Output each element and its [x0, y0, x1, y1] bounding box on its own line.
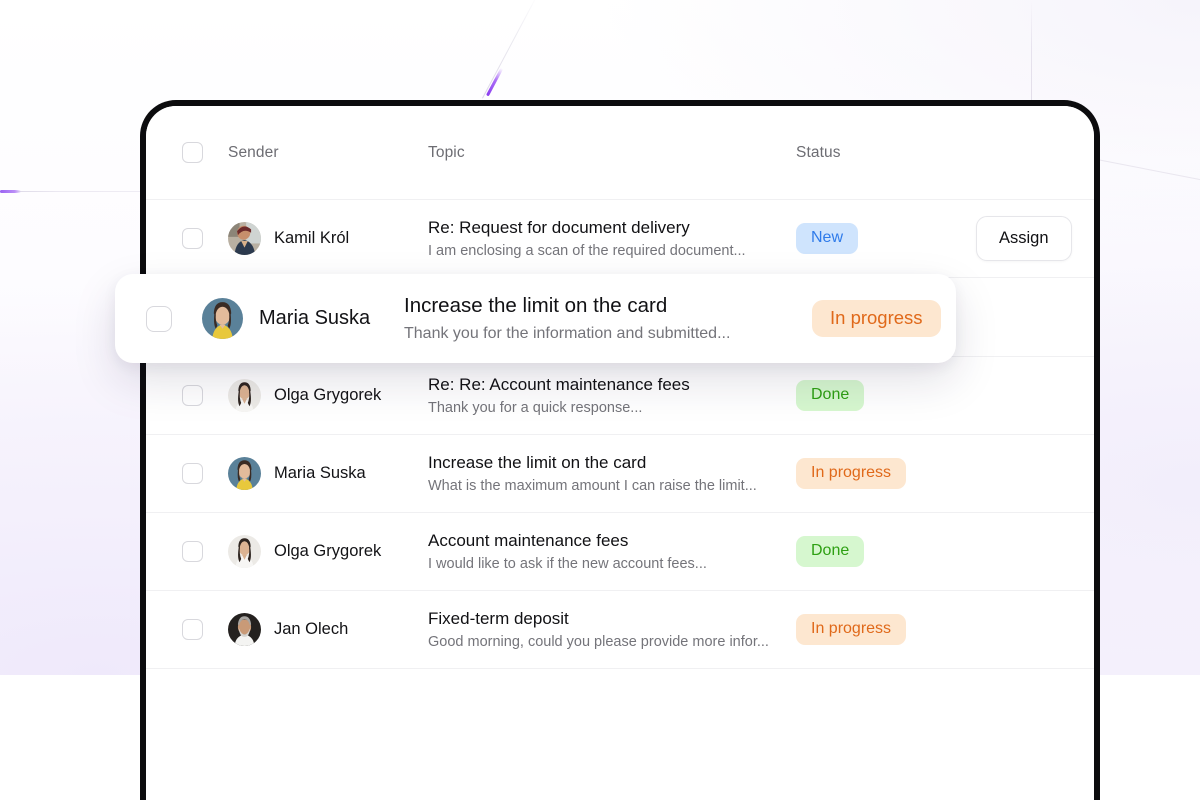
- row-select-cell[interactable]: [146, 305, 202, 332]
- device-screen: Sender Topic Status Kamil Król Re: Reque…: [146, 106, 1094, 800]
- row-select-cell[interactable]: [182, 385, 228, 406]
- table-row[interactable]: Olga Grygorek Re: Re: Account maintenanc…: [146, 357, 1094, 435]
- topic-snippet: What is the maximum amount I can raise t…: [428, 477, 757, 494]
- status-badge: Done: [796, 380, 865, 411]
- sender-cell: Maria Suska: [228, 457, 428, 490]
- avatar: [228, 613, 261, 646]
- topic-title: Increase the limit on the card: [428, 453, 647, 473]
- action-cell: Assign: [976, 216, 1094, 261]
- row-select-cell[interactable]: [182, 541, 228, 562]
- column-header-topic[interactable]: Topic: [428, 144, 796, 162]
- column-header-status[interactable]: Status: [796, 144, 976, 162]
- avatar: [202, 298, 243, 339]
- topic-title: Re: Re: Account maintenance fees: [428, 375, 690, 395]
- topic-cell: Increase the limit on the card What is t…: [428, 452, 796, 494]
- topic-cell: Increase the limit on the card Thank you…: [404, 293, 812, 344]
- row-select-cell[interactable]: [182, 619, 228, 640]
- row-checkbox[interactable]: [182, 385, 203, 406]
- assign-button[interactable]: Assign: [976, 216, 1072, 261]
- topic-snippet: Good morning, could you please provide m…: [428, 633, 769, 650]
- select-all-cell[interactable]: [182, 142, 228, 163]
- device-frame: Sender Topic Status Kamil Król Re: Reque…: [140, 100, 1100, 800]
- topic-title: Fixed-term deposit: [428, 609, 569, 629]
- sender-cell: Olga Grygorek: [228, 379, 428, 412]
- sender-name: Kamil Król: [274, 229, 350, 247]
- topic-cell: Re: Request for document delivery I am e…: [428, 217, 796, 259]
- sender-cell: Jan Olech: [228, 613, 428, 646]
- row-checkbox[interactable]: [182, 541, 203, 562]
- decorative-diagonal-line-top: [482, 0, 539, 99]
- sender-cell: Kamil Król: [228, 222, 428, 255]
- table-row[interactable]: Jan Olech Fixed-term deposit Good mornin…: [146, 591, 1094, 669]
- status-cell: Done: [796, 536, 976, 567]
- status-cell: New: [796, 223, 976, 254]
- row-checkbox[interactable]: [182, 619, 203, 640]
- status-badge: In progress: [796, 458, 907, 489]
- avatar: [228, 535, 261, 568]
- topic-title: Account maintenance fees: [428, 531, 629, 551]
- topic-snippet: Thank you for a quick response...: [428, 399, 643, 416]
- topic-title: Increase the limit on the card: [404, 294, 668, 318]
- status-badge: New: [796, 223, 859, 254]
- status-cell: Done: [796, 380, 976, 411]
- sender-cell: Maria Suska: [202, 298, 404, 339]
- highlighted-row-card[interactable]: Maria Suska Increase the limit on the ca…: [115, 274, 956, 363]
- status-cell: In progress: [796, 458, 976, 489]
- topic-snippet: Thank you for the information and submit…: [404, 324, 731, 342]
- avatar: [228, 222, 261, 255]
- sender-name: Maria Suska: [274, 464, 366, 482]
- select-all-checkbox[interactable]: [182, 142, 203, 163]
- sender-name: Olga Grygorek: [274, 542, 382, 560]
- decorative-diagonal-line-right: [1096, 159, 1200, 181]
- table-row[interactable]: Kamil Król Re: Request for document deli…: [146, 200, 1094, 278]
- topic-cell: Fixed-term deposit Good morning, could y…: [428, 608, 796, 650]
- column-header-sender[interactable]: Sender: [228, 144, 428, 162]
- topic-cell: Re: Re: Account maintenance fees Thank y…: [428, 374, 796, 416]
- sender-name: Olga Grygorek: [274, 386, 382, 404]
- topic-snippet: I would like to ask if the new account f…: [428, 555, 707, 572]
- row-select-cell[interactable]: [182, 463, 228, 484]
- status-cell: In progress: [812, 299, 956, 338]
- status-badge: In progress: [796, 614, 907, 645]
- sender-name: Jan Olech: [274, 620, 349, 638]
- row-select-cell[interactable]: [182, 228, 228, 249]
- status-badge: In progress: [812, 299, 941, 338]
- sender-cell: Olga Grygorek: [228, 535, 428, 568]
- topic-title: Re: Request for document delivery: [428, 218, 690, 238]
- decorative-vertical-line: [1031, 0, 1032, 104]
- table-row[interactable]: Olga Grygorek Account maintenance fees I…: [146, 513, 1094, 591]
- table-header: Sender Topic Status: [146, 106, 1094, 200]
- status-cell: In progress: [796, 614, 976, 645]
- avatar: [228, 457, 261, 490]
- sender-name: Maria Suska: [259, 307, 371, 329]
- row-checkbox[interactable]: [182, 228, 203, 249]
- table-row[interactable]: Maria Suska Increase the limit on the ca…: [146, 435, 1094, 513]
- row-checkbox[interactable]: [182, 463, 203, 484]
- topic-snippet: I am enclosing a scan of the required do…: [428, 242, 746, 259]
- status-badge: Done: [796, 536, 865, 567]
- row-checkbox[interactable]: [146, 305, 172, 332]
- topic-cell: Account maintenance fees I would like to…: [428, 530, 796, 572]
- avatar: [228, 379, 261, 412]
- decorative-purple-accent-horizontal: [0, 190, 21, 193]
